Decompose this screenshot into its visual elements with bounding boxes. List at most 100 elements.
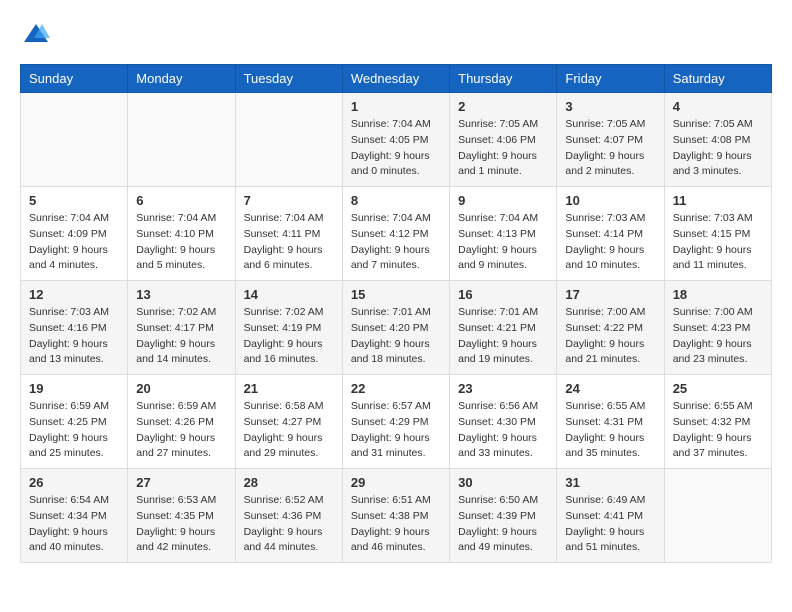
calendar-day: 16 Sunrise: 7:01 AMSunset: 4:21 PMDayligh… (450, 281, 557, 375)
day-number: 9 (458, 193, 548, 208)
calendar-day: 31 Sunrise: 6:49 AMSunset: 4:41 PMDayligh… (557, 469, 664, 563)
calendar-week-2: 5 Sunrise: 7:04 AMSunset: 4:09 PMDaylight… (21, 187, 772, 281)
calendar-day: 25 Sunrise: 6:55 AMSunset: 4:32 PMDayligh… (664, 375, 771, 469)
calendar-week-1: 1 Sunrise: 7:04 AMSunset: 4:05 PMDaylight… (21, 93, 772, 187)
day-number: 6 (136, 193, 226, 208)
day-number: 17 (565, 287, 655, 302)
calendar-day: 24Sunrise: 6:55 AMSunset: 4:31 PMDayligh… (557, 375, 664, 469)
day-info: Sunrise: 7:02 AMSunset: 4:19 PMDaylight:… (244, 305, 334, 368)
weekday-header-sunday: Sunday (21, 65, 128, 93)
day-number: 21 (244, 381, 334, 396)
weekday-header-tuesday: Tuesday (235, 65, 342, 93)
calendar-day: 11 Sunrise: 7:03 AMSunset: 4:15 PMDayligh… (664, 187, 771, 281)
calendar-day: 22 Sunrise: 6:57 AMSunset: 4:29 PMDayligh… (342, 375, 449, 469)
weekday-header-row: SundayMondayTuesdayWednesdayThursdayFrid… (21, 65, 772, 93)
calendar-day: 10 Sunrise: 7:03 AMSunset: 4:14 PMDayligh… (557, 187, 664, 281)
day-number: 11 (673, 193, 763, 208)
day-info: Sunrise: 7:04 AMSunset: 4:10 PMDaylight:… (136, 211, 226, 274)
day-number: 31 (565, 475, 655, 490)
day-info: Sunrise: 6:58 AMSunset: 4:27 PMDaylight:… (244, 399, 334, 462)
day-number: 1 (351, 99, 441, 114)
calendar-day: 2 Sunrise: 7:05 AMSunset: 4:06 PMDaylight… (450, 93, 557, 187)
calendar-week-4: 19 Sunrise: 6:59 AMSunset: 4:25 PMDayligh… (21, 375, 772, 469)
day-number: 24 (565, 381, 655, 396)
day-info: Sunrise: 7:01 AMSunset: 4:21 PMDaylight:… (458, 305, 548, 368)
day-info: Sunrise: 7:04 AMSunset: 4:09 PMDaylight:… (29, 211, 119, 274)
day-info: Sunrise: 7:04 AMSunset: 4:12 PMDaylight:… (351, 211, 441, 274)
day-info: Sunrise: 6:54 AMSunset: 4:34 PMDaylight:… (29, 493, 119, 556)
day-info: Sunrise: 6:56 AMSunset: 4:30 PMDaylight:… (458, 399, 548, 462)
calendar-week-5: 26Sunrise: 6:54 AMSunset: 4:34 PMDayligh… (21, 469, 772, 563)
day-info: Sunrise: 6:50 AMSunset: 4:39 PMDaylight:… (458, 493, 548, 556)
day-number: 29 (351, 475, 441, 490)
weekday-header-saturday: Saturday (664, 65, 771, 93)
day-number: 16 (458, 287, 548, 302)
day-info: Sunrise: 7:05 AMSunset: 4:08 PMDaylight:… (673, 117, 763, 180)
day-number: 2 (458, 99, 548, 114)
day-info: Sunrise: 6:59 AMSunset: 4:25 PMDaylight:… (29, 399, 119, 462)
day-info: Sunrise: 7:00 AMSunset: 4:22 PMDaylight:… (565, 305, 655, 368)
calendar-day: 14 Sunrise: 7:02 AMSunset: 4:19 PMDayligh… (235, 281, 342, 375)
day-number: 5 (29, 193, 119, 208)
calendar-day (128, 93, 235, 187)
calendar-day (235, 93, 342, 187)
calendar-day: 5 Sunrise: 7:04 AMSunset: 4:09 PMDaylight… (21, 187, 128, 281)
day-number: 12 (29, 287, 119, 302)
day-number: 20 (136, 381, 226, 396)
calendar-day: 21 Sunrise: 6:58 AMSunset: 4:27 PMDayligh… (235, 375, 342, 469)
weekday-header-monday: Monday (128, 65, 235, 93)
calendar-day: 1 Sunrise: 7:04 AMSunset: 4:05 PMDaylight… (342, 93, 449, 187)
calendar-day: 27Sunrise: 6:53 AMSunset: 4:35 PMDayligh… (128, 469, 235, 563)
day-info: Sunrise: 7:02 AMSunset: 4:17 PMDaylight:… (136, 305, 226, 368)
calendar-table: SundayMondayTuesdayWednesdayThursdayFrid… (20, 64, 772, 563)
day-number: 4 (673, 99, 763, 114)
day-info: Sunrise: 7:04 AMSunset: 4:05 PMDaylight:… (351, 117, 441, 180)
day-number: 23 (458, 381, 548, 396)
logo-icon (22, 20, 50, 48)
calendar-day (664, 469, 771, 563)
day-info: Sunrise: 6:49 AMSunset: 4:41 PMDaylight:… (565, 493, 655, 556)
day-info: Sunrise: 6:53 AMSunset: 4:35 PMDaylight:… (136, 493, 226, 556)
day-number: 10 (565, 193, 655, 208)
calendar-day: 4 Sunrise: 7:05 AMSunset: 4:08 PMDaylight… (664, 93, 771, 187)
calendar-day: 30Sunrise: 6:50 AMSunset: 4:39 PMDayligh… (450, 469, 557, 563)
calendar-day: 17 Sunrise: 7:00 AMSunset: 4:22 PMDayligh… (557, 281, 664, 375)
weekday-header-friday: Friday (557, 65, 664, 93)
day-info: Sunrise: 6:51 AMSunset: 4:38 PMDaylight:… (351, 493, 441, 556)
day-number: 3 (565, 99, 655, 114)
page-header (20, 20, 772, 48)
day-info: Sunrise: 6:59 AMSunset: 4:26 PMDaylight:… (136, 399, 226, 462)
day-info: Sunrise: 7:05 AMSunset: 4:07 PMDaylight:… (565, 117, 655, 180)
calendar-day: 12 Sunrise: 7:03 AMSunset: 4:16 PMDayligh… (21, 281, 128, 375)
calendar-day: 7Sunrise: 7:04 AMSunset: 4:11 PMDaylight… (235, 187, 342, 281)
calendar-day: 13 Sunrise: 7:02 AMSunset: 4:17 PMDayligh… (128, 281, 235, 375)
day-number: 8 (351, 193, 441, 208)
day-number: 22 (351, 381, 441, 396)
calendar-day: 6 Sunrise: 7:04 AMSunset: 4:10 PMDaylight… (128, 187, 235, 281)
calendar-day: 28Sunrise: 6:52 AMSunset: 4:36 PMDayligh… (235, 469, 342, 563)
day-info: Sunrise: 6:57 AMSunset: 4:29 PMDaylight:… (351, 399, 441, 462)
calendar-day: 8 Sunrise: 7:04 AMSunset: 4:12 PMDaylight… (342, 187, 449, 281)
calendar-day: 18Sunrise: 7:00 AMSunset: 4:23 PMDayligh… (664, 281, 771, 375)
day-info: Sunrise: 7:04 AMSunset: 4:11 PMDaylight:… (244, 211, 334, 274)
calendar-day: 3 Sunrise: 7:05 AMSunset: 4:07 PMDaylight… (557, 93, 664, 187)
day-info: Sunrise: 7:03 AMSunset: 4:16 PMDaylight:… (29, 305, 119, 368)
day-info: Sunrise: 7:03 AMSunset: 4:14 PMDaylight:… (565, 211, 655, 274)
day-number: 28 (244, 475, 334, 490)
day-info: Sunrise: 7:01 AMSunset: 4:20 PMDaylight:… (351, 305, 441, 368)
day-number: 25 (673, 381, 763, 396)
day-info: Sunrise: 7:03 AMSunset: 4:15 PMDaylight:… (673, 211, 763, 274)
day-number: 13 (136, 287, 226, 302)
day-info: Sunrise: 7:04 AMSunset: 4:13 PMDaylight:… (458, 211, 548, 274)
calendar-day: 20 Sunrise: 6:59 AMSunset: 4:26 PMDayligh… (128, 375, 235, 469)
day-number: 19 (29, 381, 119, 396)
day-info: Sunrise: 6:55 AMSunset: 4:32 PMDaylight:… (673, 399, 763, 462)
day-number: 18 (673, 287, 763, 302)
day-number: 15 (351, 287, 441, 302)
day-number: 14 (244, 287, 334, 302)
weekday-header-wednesday: Wednesday (342, 65, 449, 93)
calendar-day: 15 Sunrise: 7:01 AMSunset: 4:20 PMDayligh… (342, 281, 449, 375)
calendar-week-3: 12 Sunrise: 7:03 AMSunset: 4:16 PMDayligh… (21, 281, 772, 375)
calendar-day: 26Sunrise: 6:54 AMSunset: 4:34 PMDayligh… (21, 469, 128, 563)
day-info: Sunrise: 7:05 AMSunset: 4:06 PMDaylight:… (458, 117, 548, 180)
